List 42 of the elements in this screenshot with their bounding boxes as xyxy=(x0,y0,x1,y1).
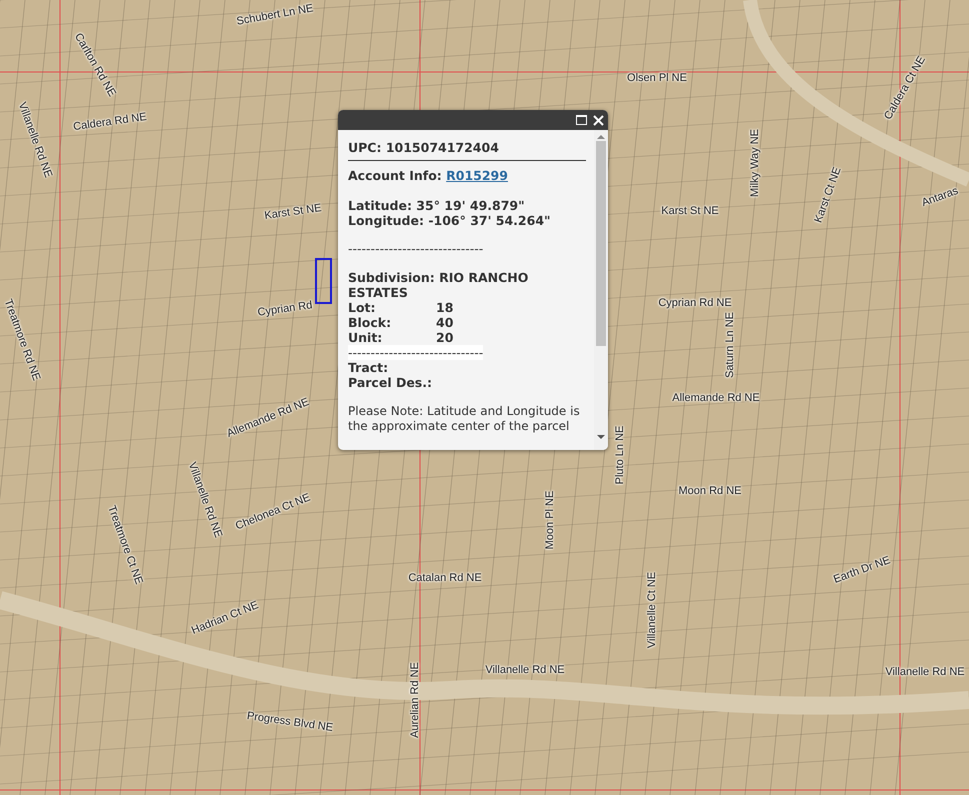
field-value: 40 xyxy=(436,315,454,330)
street-label: Olsen Pl NE xyxy=(627,72,687,84)
parcel-outline xyxy=(315,258,332,304)
street-label: Karst St NE xyxy=(661,205,719,217)
street-label: Moon Rd NE xyxy=(678,485,742,497)
street-label: Villanelle Rd NE xyxy=(485,664,565,676)
maximize-icon[interactable] xyxy=(576,115,587,125)
field-label: Lot: xyxy=(348,300,377,315)
field-label: Unit: xyxy=(348,330,384,345)
parcel-label: Parcel Des.: xyxy=(348,375,433,390)
latitude-text: Latitude: 35° 19' 49.879" xyxy=(348,198,526,213)
street-label: Allemande Rd NE xyxy=(672,392,760,404)
street-label: Cyprian Rd NE xyxy=(658,297,732,309)
account-label: Account Info: xyxy=(348,168,442,183)
close-icon[interactable] xyxy=(593,114,604,126)
field-value: 18 xyxy=(436,300,454,315)
street-label: Karst St NE xyxy=(264,202,322,222)
street-label: Moon Pl NE xyxy=(544,490,556,550)
street-label: Karst Ct NE xyxy=(812,166,844,224)
street-label: Earth Dr NE xyxy=(832,554,892,586)
street-label: Aurelian Rd NE xyxy=(409,662,421,738)
account-link[interactable]: R015299 xyxy=(446,168,508,183)
note-text: Please Note: Latitude and Longitude is the approximate center of the parcel xyxy=(348,404,581,434)
street-label: Caldera Rd NE xyxy=(72,110,148,134)
street-label: Antaras xyxy=(920,184,960,210)
scroll-down-icon[interactable] xyxy=(597,434,605,440)
street-label: Milky Way NE xyxy=(749,128,761,198)
upc-text: UPC: 1015074172404 xyxy=(348,140,500,155)
street-label: Cyprian Rd xyxy=(256,299,314,319)
longitude-text: Longitude: -106° 37' 54.264" xyxy=(348,213,552,228)
field-value: 20 xyxy=(436,330,454,345)
subdivision-text: Subdivision: RIO RANCHO ESTATES xyxy=(348,270,530,300)
field-label: Block: xyxy=(348,315,392,330)
street-label: Progress Blvd NE xyxy=(246,710,334,734)
street-label: Schubert Ln NE xyxy=(236,2,314,28)
scrollbar[interactable] xyxy=(594,130,608,450)
tract-label: Tract: xyxy=(348,360,390,375)
separator-text: ------------------------------ xyxy=(348,241,484,256)
street-label: Saturn Ln NE xyxy=(724,312,736,378)
street-label: Villanelle Ct NE xyxy=(646,572,658,648)
street-label: Pluto Ln NE xyxy=(614,426,626,484)
separator-text: ------------------------------ xyxy=(348,345,484,360)
